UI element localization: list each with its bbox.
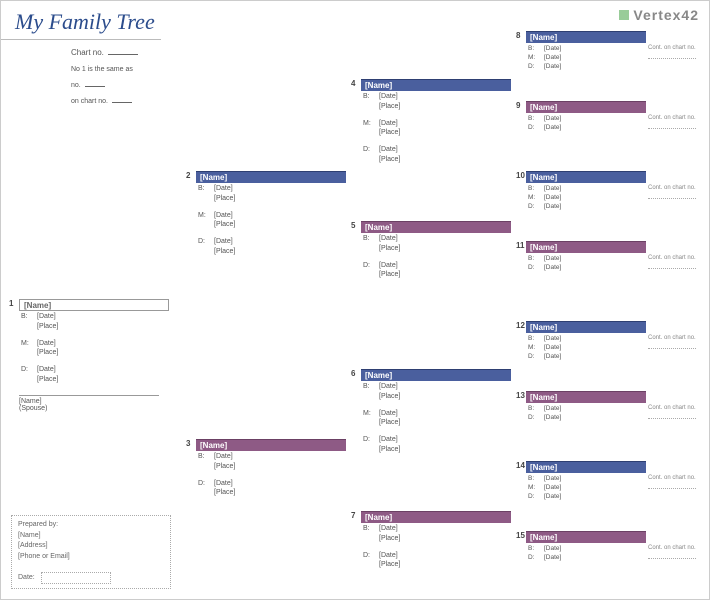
person-8-name[interactable]: [Name] bbox=[526, 31, 646, 43]
person-12-details: B:[Date] M:[Date] D:[Date] bbox=[526, 335, 646, 361]
person-15: 15 [Name] B:[Date] D:[Date] Cont. on cha… bbox=[526, 531, 646, 563]
person-5: 5 [Name] B:[Date] [Place] D:[Date] [Plac… bbox=[361, 221, 521, 281]
prepared-phone[interactable]: [Phone or Email] bbox=[18, 552, 164, 563]
person-3-details: B:[Date] [Place] D:[Date] [Place] bbox=[196, 453, 356, 498]
person-5-details: B:[Date] [Place] D:[Date] [Place] bbox=[361, 235, 521, 280]
person-4-name[interactable]: [Name] bbox=[361, 79, 511, 91]
person-4-num: 4 bbox=[351, 79, 355, 88]
person-14-name[interactable]: [Name] bbox=[526, 461, 646, 473]
person-13-num: 13 bbox=[516, 391, 525, 400]
person-11: 11 [Name] B:[Date] D:[Date] Cont. on cha… bbox=[526, 241, 646, 273]
person-8-details: B:[Date] M:[Date] D:[Date] bbox=[526, 45, 646, 71]
prepared-title: Prepared by: bbox=[18, 520, 164, 531]
person-14-details: B:[Date] M:[Date] D:[Date] bbox=[526, 475, 646, 501]
person-12-name[interactable]: [Name] bbox=[526, 321, 646, 333]
person-14: 14 [Name] B:[Date] M:[Date] D:[Date] Con… bbox=[526, 461, 646, 502]
person-2-num: 2 bbox=[186, 171, 190, 180]
spouse-name[interactable]: [Name] bbox=[19, 398, 159, 405]
person-9-num: 9 bbox=[516, 101, 520, 110]
person-10-name[interactable]: [Name] bbox=[526, 171, 646, 183]
person-1-details: B:[Date] [Place] M:[Date] [Place] D:[Dat… bbox=[19, 313, 179, 385]
person-10-num: 10 bbox=[516, 171, 525, 180]
logo-text: Vertex42 bbox=[633, 7, 699, 23]
person-1: 1 [Name] B:[Date] [Place] M:[Date] [Plac… bbox=[19, 299, 179, 412]
person-2-details: B:[Date] [Place] M:[Date] [Place] D:[Dat… bbox=[196, 185, 356, 257]
cont-note[interactable]: Cont. on chart no. bbox=[648, 545, 696, 559]
person-9: 9 [Name] B:[Date] D:[Date] Cont. on char… bbox=[526, 101, 646, 133]
meta-no-field[interactable] bbox=[85, 79, 105, 87]
prepared-by-box: Prepared by: [Name] [Address] [Phone or … bbox=[11, 515, 171, 589]
person-13-name[interactable]: [Name] bbox=[526, 391, 646, 403]
prepared-address[interactable]: [Address] bbox=[18, 541, 164, 552]
person-3-num: 3 bbox=[186, 439, 190, 448]
person-10: 10 [Name] B:[Date] M:[Date] D:[Date] Con… bbox=[526, 171, 646, 212]
person-8: 8 [Name] B:[Date] M:[Date] D:[Date] Cont… bbox=[526, 31, 646, 72]
prepared-date-label: Date: bbox=[18, 573, 35, 584]
person-6-details: B:[Date] [Place] M:[Date] [Place] D:[Dat… bbox=[361, 383, 521, 455]
person-13-details: B:[Date] D:[Date] bbox=[526, 405, 646, 422]
person-12-num: 12 bbox=[516, 321, 525, 330]
meta-note-3: on chart no. bbox=[71, 96, 108, 107]
cont-note[interactable]: Cont. on chart no. bbox=[648, 255, 696, 269]
person-5-name[interactable]: [Name] bbox=[361, 221, 511, 233]
person-7: 7 [Name] B:[Date] [Place] D:[Date] [Plac… bbox=[361, 511, 521, 571]
person-6-num: 6 bbox=[351, 369, 355, 378]
person-2: 2 [Name] B:[Date] [Place] M:[Date] [Plac… bbox=[196, 171, 356, 258]
person-11-details: B:[Date] D:[Date] bbox=[526, 255, 646, 272]
brand-logo: Vertex42 bbox=[619, 7, 699, 23]
person-11-name[interactable]: [Name] bbox=[526, 241, 646, 253]
person-14-num: 14 bbox=[516, 461, 525, 470]
cont-note[interactable]: Cont. on chart no. bbox=[648, 45, 696, 59]
chart-no-label: Chart no. bbox=[71, 47, 104, 60]
person-13: 13 [Name] B:[Date] D:[Date] Cont. on cha… bbox=[526, 391, 646, 423]
chart-meta: Chart no. No 1 is the same as no. on cha… bbox=[71, 47, 138, 111]
person-15-name[interactable]: [Name] bbox=[526, 531, 646, 543]
meta-note-2: no. bbox=[71, 80, 81, 91]
person-11-num: 11 bbox=[516, 241, 524, 250]
person-6: 6 [Name] B:[Date] [Place] M:[Date] [Plac… bbox=[361, 369, 521, 456]
cont-note[interactable]: Cont. on chart no. bbox=[648, 185, 696, 199]
spouse-label: (Spouse) bbox=[19, 405, 159, 412]
person-2-name[interactable]: [Name] bbox=[196, 171, 346, 183]
person-15-details: B:[Date] D:[Date] bbox=[526, 545, 646, 562]
cont-note[interactable]: Cont. on chart no. bbox=[648, 475, 696, 489]
chart-no-field[interactable] bbox=[108, 47, 138, 55]
person-9-name[interactable]: [Name] bbox=[526, 101, 646, 113]
person-6-name[interactable]: [Name] bbox=[361, 369, 511, 381]
person-1-name[interactable]: [Name] bbox=[19, 299, 169, 311]
page-title: My Family Tree bbox=[1, 1, 161, 40]
prepared-date-field[interactable] bbox=[41, 572, 111, 584]
person-9-details: B:[Date] D:[Date] bbox=[526, 115, 646, 132]
person-1-num: 1 bbox=[9, 299, 13, 308]
person-3-name[interactable]: [Name] bbox=[196, 439, 346, 451]
cont-note[interactable]: Cont. on chart no. bbox=[648, 405, 696, 419]
meta-note-1: No 1 is the same as bbox=[71, 64, 133, 75]
meta-chart-field[interactable] bbox=[112, 95, 132, 103]
person-15-num: 15 bbox=[516, 531, 525, 540]
person-7-name[interactable]: [Name] bbox=[361, 511, 511, 523]
spouse-block: [Name] (Spouse) bbox=[19, 395, 159, 412]
cont-note[interactable]: Cont. on chart no. bbox=[648, 115, 696, 129]
prepared-name[interactable]: [Name] bbox=[18, 531, 164, 542]
logo-icon bbox=[619, 10, 629, 20]
person-10-details: B:[Date] M:[Date] D:[Date] bbox=[526, 185, 646, 211]
person-5-num: 5 bbox=[351, 221, 355, 230]
person-8-num: 8 bbox=[516, 31, 520, 40]
person-3: 3 [Name] B:[Date] [Place] D:[Date] [Plac… bbox=[196, 439, 356, 499]
person-4: 4 [Name] B:[Date] [Place] M:[Date] [Plac… bbox=[361, 79, 521, 166]
person-7-details: B:[Date] [Place] D:[Date] [Place] bbox=[361, 525, 521, 570]
person-12: 12 [Name] B:[Date] M:[Date] D:[Date] Con… bbox=[526, 321, 646, 362]
cont-note[interactable]: Cont. on chart no. bbox=[648, 335, 696, 349]
person-7-num: 7 bbox=[351, 511, 355, 520]
person-4-details: B:[Date] [Place] M:[Date] [Place] D:[Dat… bbox=[361, 93, 521, 165]
